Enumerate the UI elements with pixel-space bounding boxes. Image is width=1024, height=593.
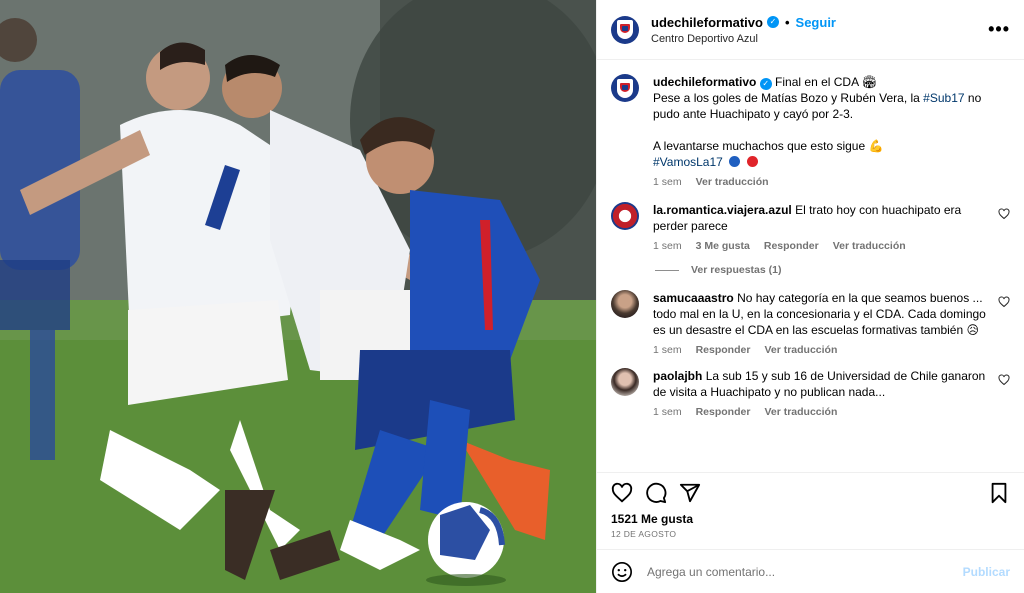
- heart-icon[interactable]: [998, 296, 1010, 308]
- comment-username[interactable]: paolajbh: [653, 369, 702, 383]
- replies-line: [655, 269, 679, 271]
- crest-icon: [617, 78, 633, 98]
- header-username[interactable]: udechileformativo: [651, 15, 763, 30]
- comment-content: La sub 15 y sub 16 de Universidad de Chi…: [653, 369, 986, 399]
- follow-button[interactable]: Seguir: [796, 15, 836, 30]
- translate-link[interactable]: Ver traducción: [833, 240, 906, 252]
- emoji-icon[interactable]: [611, 561, 633, 583]
- commenter-avatar[interactable]: [611, 290, 639, 318]
- comment: paolajbh La sub 15 y sub 16 de Universid…: [611, 368, 1010, 418]
- comment-likes[interactable]: 3 Me gusta: [696, 240, 750, 252]
- post-side-panel: udechileformativo ✓ • Seguir Centro Depo…: [596, 0, 1024, 593]
- heart-icon[interactable]: [998, 374, 1010, 386]
- red-circle-emoji: [746, 156, 758, 167]
- reply-button[interactable]: Responder: [696, 344, 751, 356]
- like-heart-icon[interactable]: [611, 482, 633, 504]
- comment: la.romantica.viajera.azul El trato hoy c…: [611, 202, 1010, 252]
- caption-avatar[interactable]: [611, 74, 639, 102]
- comment-time[interactable]: 1 sem: [653, 406, 682, 418]
- comment-text: la.romantica.viajera.azul El trato hoy c…: [653, 202, 988, 234]
- verified-icon: ✓: [766, 16, 779, 28]
- comment-time[interactable]: 1 sem: [653, 240, 682, 252]
- account-avatar[interactable]: [611, 15, 639, 44]
- crest-icon: [617, 20, 633, 39]
- caption-title: Final en el CDA 🏟: [775, 75, 877, 89]
- photo-illustration: [0, 0, 596, 593]
- translate-link[interactable]: Ver traducción: [764, 406, 837, 418]
- hashtag-vamosla17[interactable]: #VamosLa17: [653, 155, 723, 169]
- share-icon[interactable]: [679, 482, 701, 504]
- comment-composer: Publicar: [597, 549, 1024, 593]
- comment-input[interactable]: [647, 564, 963, 579]
- comment-username[interactable]: samucaaastro: [653, 291, 734, 305]
- more-icon[interactable]: •••: [988, 19, 1010, 40]
- translate-link[interactable]: Ver traducción: [696, 176, 769, 188]
- replies-label: Ver respuestas (1): [691, 264, 782, 276]
- post-photo[interactable]: [0, 0, 596, 593]
- bookmark-icon[interactable]: [988, 482, 1010, 504]
- separator-dot: •: [784, 14, 790, 30]
- reply-button[interactable]: Responder: [696, 406, 751, 418]
- post-actions: [597, 472, 1024, 512]
- comment-text: samucaaastro No hay categoría en la que …: [653, 290, 988, 338]
- caption-text: udechileformativo ✓ Final en el CDA 🏟 Pe…: [653, 74, 988, 170]
- header-line: udechileformativo ✓ • Seguir: [651, 15, 988, 30]
- view-replies-button[interactable]: Ver respuestas (1): [655, 264, 1010, 276]
- blue-circle-emoji: [729, 156, 741, 167]
- likes-count[interactable]: 1521 Me gusta: [597, 512, 1024, 526]
- comment-body: la.romantica.viajera.azul El trato hoy c…: [653, 202, 1010, 252]
- comment-body: paolajbh La sub 15 y sub 16 de Universid…: [653, 368, 1010, 418]
- caption-meta: 1 sem Ver traducción: [653, 176, 988, 188]
- caption-time[interactable]: 1 sem: [653, 176, 682, 188]
- post-date: 12 DE AGOSTO: [611, 529, 677, 539]
- comment-body: samucaaastro No hay categoría en la que …: [653, 290, 1010, 356]
- reply-button[interactable]: Responder: [764, 240, 819, 252]
- comments-section[interactable]: udechileformativo ✓ Final en el CDA 🏟 Pe…: [597, 60, 1024, 472]
- comment-time[interactable]: 1 sem: [653, 344, 682, 356]
- comment-username[interactable]: la.romantica.viajera.azul: [653, 203, 792, 217]
- post-location[interactable]: Centro Deportivo Azul: [651, 33, 988, 45]
- translate-link[interactable]: Ver traducción: [764, 344, 837, 356]
- comment: samucaaastro No hay categoría en la que …: [611, 290, 1010, 356]
- verified-icon: ✓: [759, 78, 772, 90]
- comment-meta: 1 sem Responder Ver traducción: [653, 344, 988, 356]
- commenter-avatar[interactable]: [611, 202, 639, 230]
- hashtag-sub17[interactable]: #Sub17: [923, 91, 964, 105]
- header-text: udechileformativo ✓ • Seguir Centro Depo…: [651, 15, 988, 45]
- commenter-avatar[interactable]: [611, 368, 639, 396]
- comment-meta: 1 sem 3 Me gusta Responder Ver traducció…: [653, 240, 988, 252]
- heart-icon[interactable]: [998, 208, 1010, 220]
- comment-icon[interactable]: [645, 482, 667, 504]
- comment-text: paolajbh La sub 15 y sub 16 de Universid…: [653, 368, 988, 400]
- publish-button[interactable]: Publicar: [963, 565, 1010, 579]
- caption-line1: Pese a los goles de Matías Bozo y Rubén …: [653, 91, 920, 105]
- caption: udechileformativo ✓ Final en el CDA 🏟 Pe…: [611, 74, 1010, 188]
- post-header: udechileformativo ✓ • Seguir Centro Depo…: [597, 0, 1024, 60]
- caption-line3: A levantarse muchachos que esto sigue 💪: [653, 139, 884, 153]
- caption-body: udechileformativo ✓ Final en el CDA 🏟 Pe…: [653, 74, 1010, 188]
- caption-username[interactable]: udechileformativo: [653, 75, 756, 89]
- comment-meta: 1 sem Responder Ver traducción: [653, 406, 988, 418]
